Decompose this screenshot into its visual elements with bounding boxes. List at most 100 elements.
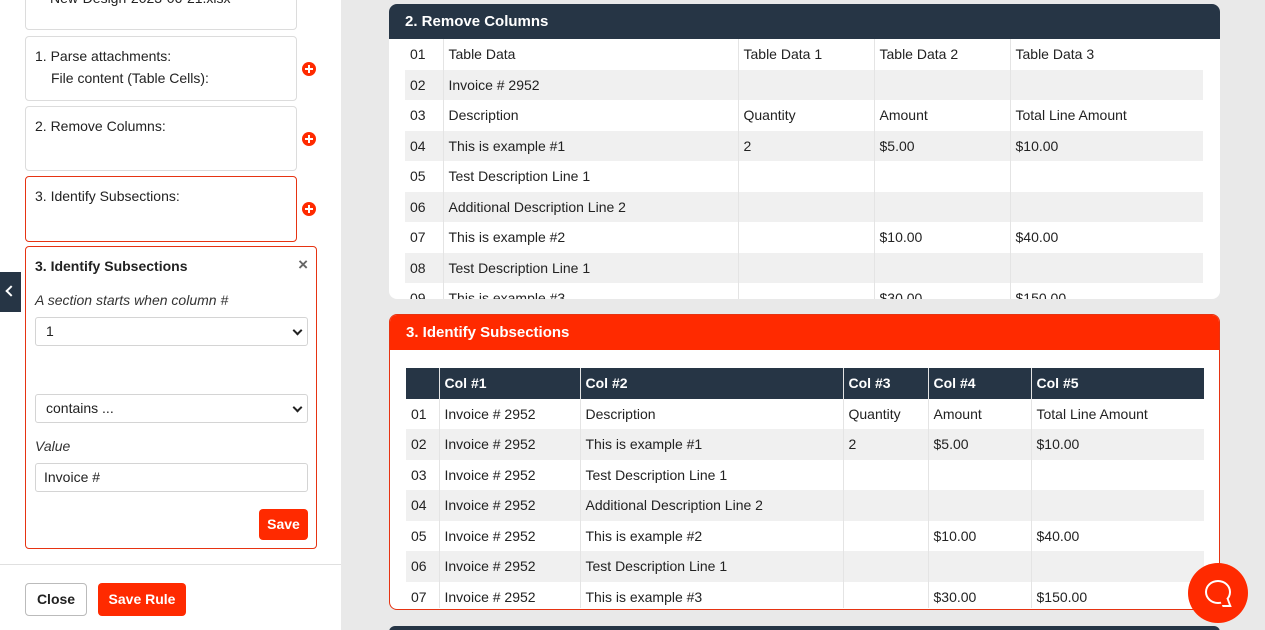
- table-cell: $40.00: [1036, 527, 1080, 544]
- row-number: 04: [406, 490, 440, 521]
- table-cell: [843, 520, 929, 551]
- table-cell: [874, 252, 1011, 283]
- table-cell: [1031, 551, 1204, 582]
- table-cell: [928, 459, 1032, 490]
- step-sublabel: File content (Table Cells):: [51, 70, 209, 86]
- table-cell: [1010, 252, 1203, 283]
- table-cell: Invoice # 2952: [439, 459, 581, 490]
- table-cell: Table Data 3: [1015, 46, 1095, 63]
- table-cell: [874, 191, 1011, 222]
- step-identify-subsections[interactable]: 3. Identify Subsections:: [25, 176, 297, 242]
- table-cell: $150.00: [1036, 588, 1088, 605]
- collapse-sidebar-button[interactable]: [0, 272, 21, 312]
- chat-icon-tail: [1219, 598, 1232, 607]
- table-container[interactable]: 01 Table Data Table Data 1 Table Data 2 Tabl…: [405, 39, 1203, 299]
- table-cell: Quantity: [843, 398, 929, 429]
- table-cell: Table Data 2: [874, 39, 1011, 70]
- table-cell: This is example #2: [580, 520, 844, 551]
- row-number: 06: [406, 551, 440, 582]
- table-cell: This is example #3: [443, 283, 739, 299]
- table-row: 07 This is example #2 $10.00 $40.00: [405, 222, 1203, 253]
- save-rule-button[interactable]: Save Rule: [98, 583, 186, 616]
- table-cell: [874, 161, 1011, 192]
- row-number: 07: [405, 222, 444, 253]
- table-cell: [1031, 490, 1204, 521]
- table-cell: This is example #1: [580, 429, 844, 460]
- add-step-icon[interactable]: [302, 202, 316, 216]
- chevron-down-icon: [292, 325, 303, 336]
- table-container[interactable]: Col #1 Col #2 Col #3 Col #4 Col #5 01 Invoice…: [406, 368, 1204, 608]
- row-number: 02: [406, 429, 440, 460]
- table-row: 07 Invoice # 2952 This is example #3 $30.00…: [406, 581, 1204, 608]
- table-cell: Additional Description Line 2: [580, 490, 844, 521]
- value-label: Value: [35, 438, 71, 454]
- step-remove-columns[interactable]: 2. Remove Columns:: [25, 106, 297, 171]
- table-cell: [843, 551, 929, 582]
- table-cell: Total Line Amount: [1015, 107, 1127, 124]
- table-cell: Total Line Amount: [1036, 405, 1148, 422]
- row-number: 06: [405, 191, 444, 222]
- table-row: 02 Invoice # 2952 This is example #1 2 $5.00…: [406, 429, 1204, 460]
- remove-columns-panel: 2. Remove Columns 01 Table Data Table Data…: [389, 4, 1220, 299]
- table-row: 08 Test Description Line 1: [405, 252, 1203, 283]
- table-header-row: Col #1 Col #2 Col #3 Col #4 Col #5: [406, 368, 1204, 399]
- attachment-file-card[interactable]: New-Design-2023-06-21.xlsx: [25, 0, 297, 30]
- table-cell: Test Description Line 1: [443, 252, 739, 283]
- table-cell: $10.00: [928, 520, 1032, 551]
- column-header: Col #4: [928, 368, 1032, 399]
- table-cell: $10.00: [874, 222, 1011, 253]
- table-row: 06 Additional Description Line 2: [405, 191, 1203, 222]
- row-number: 01: [405, 39, 444, 70]
- operator-select-value: contains ...: [46, 400, 114, 416]
- row-number: 04: [405, 130, 444, 161]
- table-cell: This is example #3: [580, 581, 844, 608]
- table-cell: This is example #2: [443, 222, 739, 253]
- chevron-left-icon: [5, 285, 17, 297]
- panel-title: 2. Remove Columns: [389, 4, 1220, 39]
- row-number: 02: [405, 69, 444, 100]
- chevron-down-icon: [292, 402, 303, 413]
- value-input[interactable]: Invoice #: [35, 463, 308, 492]
- close-icon[interactable]: ×: [298, 256, 308, 273]
- table-cell: Invoice # 2952: [439, 520, 581, 551]
- close-button[interactable]: Close: [25, 583, 87, 616]
- table-cell: [1010, 191, 1203, 222]
- row-number: 08: [405, 252, 444, 283]
- identify-subsections-panel: 3. Identify Subsections Col #1 Col #2 Col …: [389, 314, 1220, 610]
- next-panel-edge: [389, 626, 1220, 630]
- table-cell: [874, 69, 1011, 100]
- table-row: 05 Test Description Line 1: [405, 161, 1203, 192]
- save-button[interactable]: Save: [259, 509, 308, 540]
- table-row: 01 Table Data Table Data 1 Table Data 2 Tabl…: [405, 39, 1203, 70]
- table-cell: [843, 581, 929, 608]
- column-select-value: 1: [46, 323, 54, 339]
- table-cell: 2: [843, 429, 929, 460]
- step-parse-attachments[interactable]: 1. Parse attachments: File content (Tabl…: [25, 36, 297, 101]
- table-row: 06 Invoice # 2952 Test Description Line 1: [406, 551, 1204, 582]
- table-cell: [738, 191, 875, 222]
- table-cell: [738, 283, 875, 299]
- table-row: 02 Invoice # 2952: [405, 69, 1203, 100]
- table-cell: Additional Description Line 2: [443, 191, 739, 222]
- column-select[interactable]: 1: [35, 317, 308, 346]
- table-cell: $30.00: [874, 283, 1011, 299]
- chat-support-button[interactable]: [1188, 563, 1248, 623]
- row-number: 01: [406, 398, 440, 429]
- table-cell: [1031, 460, 1204, 491]
- divider: [0, 564, 341, 565]
- table-cell: Test Description Line 1: [580, 459, 844, 490]
- add-step-icon[interactable]: [302, 62, 316, 76]
- row-number: 05: [406, 520, 440, 551]
- table-cell: $10.00: [1010, 130, 1203, 161]
- table-cell: [1010, 69, 1203, 100]
- table-cell: Description: [443, 100, 739, 131]
- table-cell: Invoice # 2952: [439, 429, 581, 460]
- add-step-icon[interactable]: [302, 132, 316, 146]
- operator-select[interactable]: contains ...: [35, 394, 308, 423]
- table-cell: Quantity: [738, 100, 875, 131]
- table-cell: $5.00: [874, 130, 1011, 161]
- table-cell: Amount: [874, 100, 1011, 131]
- table-cell: [738, 161, 875, 192]
- table-cell: [738, 252, 875, 283]
- subsections-table: Col #1 Col #2 Col #3 Col #4 Col #5 01 Invoice…: [406, 368, 1204, 608]
